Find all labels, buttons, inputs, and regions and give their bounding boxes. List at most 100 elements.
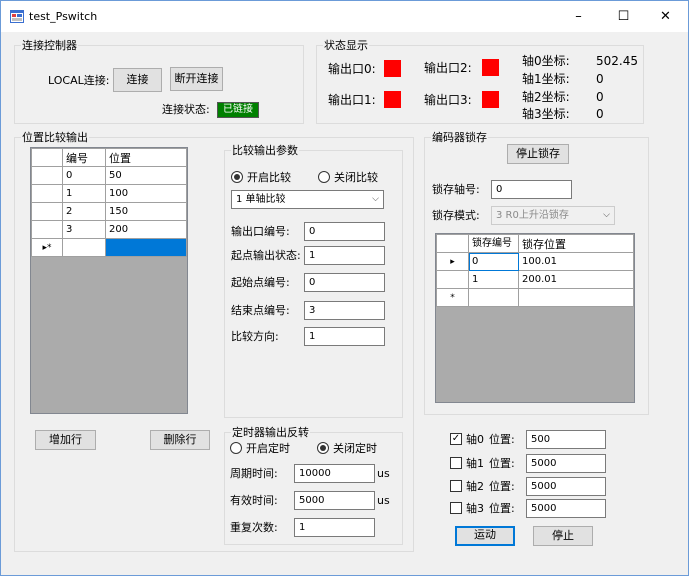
row-header[interactable]	[31, 184, 63, 203]
disable-compare-radio[interactable]	[318, 171, 330, 183]
table-row[interactable]: 3 200	[31, 220, 187, 239]
status-group: 状态显示 输出口0: 输出口1: 输出口2: 输出口3: 轴0坐标: 502.4…	[316, 39, 644, 124]
connect-status-label: 连接状态:	[162, 103, 210, 116]
close-button[interactable]: ✕	[643, 1, 688, 32]
local-connect-label: LOCAL连接:	[48, 74, 110, 87]
timer-group-title: 定时器输出反转	[231, 426, 310, 439]
repeat-input[interactable]: 1	[294, 518, 375, 537]
col-latch-pos-header[interactable]: 锁存位置	[518, 234, 634, 253]
new-cell-latch-pos[interactable]	[518, 288, 634, 307]
repeat-label: 重复次数:	[230, 521, 278, 534]
cell-latch-id[interactable]: 1	[468, 270, 519, 289]
enable-compare-label[interactable]: 开启比较	[247, 171, 291, 184]
axis0-label: 轴0	[466, 433, 484, 446]
cell-pos[interactable]: 200	[105, 220, 187, 239]
row-header[interactable]	[31, 202, 63, 221]
table-row[interactable]: 0 50	[31, 166, 187, 185]
axis2-checkbox[interactable]	[450, 480, 462, 492]
cell-id[interactable]: 2	[62, 202, 106, 221]
cell-id[interactable]: 3	[62, 220, 106, 239]
cell-latch-pos[interactable]: 200.01	[518, 270, 634, 289]
axis3-checkbox[interactable]	[450, 502, 462, 514]
compare-mode-select[interactable]: 1 单轴比较 ⌵	[231, 190, 384, 209]
output2-indicator	[482, 59, 499, 76]
compare-mode-value: 1 单轴比较	[236, 194, 286, 205]
direction-label: 比较方向:	[231, 330, 279, 343]
axis1-pos-input[interactable]: 5000	[526, 454, 606, 473]
disable-compare-label[interactable]: 关闭比较	[334, 171, 378, 184]
latch-mode-value: 3 R0上升沿锁存	[496, 210, 569, 221]
stop-button[interactable]: 停止	[533, 526, 593, 546]
row-header[interactable]	[31, 166, 63, 185]
table-row[interactable]: 1 200.01	[436, 270, 634, 289]
stop-latch-button[interactable]: 停止锁存	[507, 144, 569, 164]
col-pos-header[interactable]: 位置	[105, 148, 187, 167]
end-point-input[interactable]: 3	[304, 301, 385, 320]
axis0-pos-input[interactable]: 500	[526, 430, 606, 449]
disconnect-button[interactable]: 断开连接	[170, 67, 223, 91]
row-header[interactable]	[31, 220, 63, 239]
axis2-label: 轴2	[466, 480, 484, 493]
axis3-coord-value: 0	[596, 107, 604, 121]
output0-label: 输出口0:	[328, 62, 376, 76]
start-point-input[interactable]: 0	[304, 273, 385, 292]
row-header[interactable]	[436, 270, 469, 289]
maximize-button[interactable]: ☐	[601, 1, 646, 32]
axis2-pos-input[interactable]: 5000	[526, 477, 606, 496]
table-row[interactable]: 2 150	[31, 202, 187, 221]
table-new-row[interactable]: ▸*	[31, 238, 187, 257]
minimize-button[interactable]: –	[556, 1, 601, 32]
start-point-label: 起始点编号:	[231, 276, 290, 289]
cell-pos[interactable]: 100	[105, 184, 187, 203]
row-header-corner	[436, 234, 469, 253]
cell-id[interactable]: 1	[62, 184, 106, 203]
axis1-label: 轴1	[466, 457, 484, 470]
output0-indicator	[384, 60, 401, 77]
latch-group-title: 编码器锁存	[431, 131, 488, 144]
col-id-header[interactable]: 编号	[62, 148, 106, 167]
axis3-pos-input[interactable]: 5000	[526, 499, 606, 518]
new-cell-pos[interactable]	[105, 238, 187, 257]
axis1-checkbox[interactable]	[450, 457, 462, 469]
axis0-coord-value: 502.45	[596, 54, 638, 68]
output2-label: 输出口2:	[424, 61, 472, 75]
period-input[interactable]: 10000	[294, 464, 375, 483]
out-no-input[interactable]: 0	[304, 222, 385, 241]
axis0-checkbox[interactable]: ✓	[450, 433, 462, 445]
table-new-row[interactable]: *	[436, 288, 634, 307]
axis1-coord-value: 0	[596, 72, 604, 86]
encoder-latch-group: 编码器锁存 停止锁存 锁存轴号: 0 锁存模式: 3 R0上升沿锁存 ⌵ 锁存编…	[424, 131, 649, 415]
enable-timer-radio[interactable]	[230, 442, 242, 454]
delete-row-button[interactable]: 删除行	[150, 430, 210, 450]
disable-timer-radio[interactable]	[317, 442, 329, 454]
axis3-pos-label: 位置:	[489, 502, 515, 515]
latch-table[interactable]: 锁存编号 锁存位置 ▸ 0 100.01 1 200.01 *	[435, 233, 635, 403]
col-latch-id-header[interactable]: 锁存编号	[468, 234, 519, 253]
add-row-button[interactable]: 增加行	[35, 430, 96, 450]
table-row[interactable]: ▸ 0 100.01	[436, 252, 634, 271]
latch-axis-input[interactable]: 0	[491, 180, 572, 199]
new-cell-latch-id[interactable]	[468, 288, 519, 307]
disable-timer-label[interactable]: 关闭定时	[333, 442, 377, 455]
position-table-header: 编号 位置	[31, 148, 187, 167]
enable-timer-label[interactable]: 开启定时	[246, 442, 290, 455]
period-unit: us	[377, 467, 390, 480]
axis3-label: 轴3	[466, 502, 484, 515]
start-state-input[interactable]: 1	[304, 246, 385, 265]
direction-input[interactable]: 1	[304, 327, 385, 346]
cell-latch-pos[interactable]: 100.01	[518, 252, 634, 271]
latch-mode-label: 锁存模式:	[432, 209, 480, 222]
connect-button[interactable]: 连接	[113, 68, 162, 92]
cell-pos[interactable]: 150	[105, 202, 187, 221]
cell-pos[interactable]: 50	[105, 166, 187, 185]
new-cell-id[interactable]	[62, 238, 106, 257]
output1-indicator	[384, 91, 401, 108]
run-button[interactable]: 运动	[455, 526, 515, 546]
enable-compare-radio[interactable]	[231, 171, 243, 183]
table-row[interactable]: 1 100	[31, 184, 187, 203]
cell-latch-id[interactable]: 0	[468, 252, 519, 271]
output3-label: 输出口3:	[424, 93, 472, 107]
cell-id[interactable]: 0	[62, 166, 106, 185]
valid-time-input[interactable]: 5000	[294, 491, 375, 510]
position-table[interactable]: 编号 位置 0 50 1 100 2 150 3 200 ▸*	[30, 147, 188, 414]
